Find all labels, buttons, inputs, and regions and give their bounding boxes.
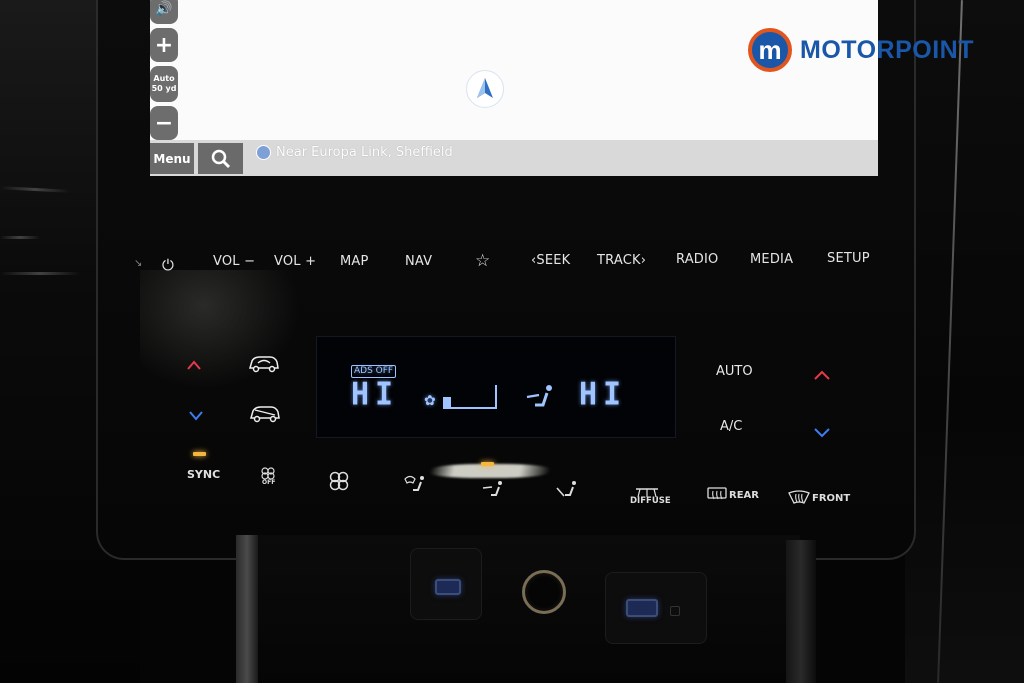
search-button[interactable]	[198, 143, 243, 174]
usb-port-housing	[410, 548, 482, 620]
front-defrost-icon	[788, 490, 810, 504]
star-icon: ☆	[475, 251, 491, 271]
air-vent-slat	[0, 272, 80, 275]
favorite-button[interactable]: ☆	[475, 251, 490, 271]
face-airflow-icon	[482, 481, 502, 496]
location-arrow-icon	[256, 145, 271, 160]
power-button[interactable]: ⏻	[162, 256, 174, 274]
rear-defrost-icon	[707, 487, 727, 500]
zoom-auto-button[interactable]: Auto 50 yd	[150, 66, 178, 102]
console-trim	[236, 535, 258, 683]
zoom-out-button[interactable]: −	[150, 106, 178, 140]
media-button[interactable]: MEDIA	[750, 252, 793, 267]
passenger-temp-up-button[interactable]	[813, 366, 831, 385]
passenger-temperature: HI	[579, 376, 628, 413]
car-recirculate-icon	[249, 356, 279, 373]
location-text: Near Europa Link, Sheffield	[276, 145, 453, 160]
chevron-up-icon	[187, 360, 201, 370]
diffuse-label: DIFFUSE	[630, 496, 671, 506]
nav-button[interactable]: NAV	[405, 254, 432, 269]
air-vent-slat	[0, 186, 71, 193]
search-icon	[211, 149, 230, 168]
current-location: Near Europa Link, Sheffield	[256, 145, 453, 160]
logo-mark: m	[748, 28, 792, 72]
driver-temperature: HI	[351, 376, 400, 413]
console-trim	[786, 540, 816, 683]
face-mode-button[interactable]	[482, 480, 504, 504]
airflow-face-icon	[525, 383, 555, 415]
fan-speed-button[interactable]	[328, 470, 350, 496]
logo-text: MOTORPOINT	[800, 35, 974, 64]
recirculation-button[interactable]	[248, 354, 280, 378]
front-defrost-label: FRONT	[812, 492, 851, 504]
track-button[interactable]: TRACK›	[597, 253, 646, 268]
passenger-temp-down-button[interactable]	[813, 423, 831, 442]
rear-defrost-label: REAR	[729, 489, 759, 501]
vol-up-button[interactable]: VOL +	[274, 254, 316, 269]
car-fresh-air-icon	[250, 406, 280, 423]
fan-off-button[interactable]: OFF	[260, 466, 276, 486]
reflection-glare	[428, 464, 552, 478]
light-sensor-icon: ↘	[134, 258, 143, 269]
defrost-feet-mode-button[interactable]	[404, 474, 426, 498]
lower-console	[240, 535, 800, 683]
fan-off-label: OFF	[262, 479, 276, 486]
fresh-air-button[interactable]	[249, 404, 281, 428]
climate-display: ADS OFF HI ✿ HI	[316, 336, 676, 438]
power-socket[interactable]	[522, 570, 566, 614]
motorpoint-logo: m MOTORPOINT	[748, 28, 974, 72]
map-button[interactable]: MAP	[340, 254, 369, 269]
volume-icon[interactable]: 🔊	[150, 0, 178, 24]
zoom-in-button[interactable]: +	[150, 28, 178, 62]
chevron-down-icon	[189, 411, 203, 421]
vol-down-button[interactable]: VOL −	[213, 254, 255, 269]
right-dashboard-area	[905, 0, 1024, 683]
power-icon: ⏻	[162, 256, 175, 274]
menu-button[interactable]: Menu	[150, 143, 194, 174]
chevron-down-icon	[814, 428, 830, 438]
usb-port[interactable]	[435, 579, 461, 595]
ac-button[interactable]: A/C	[720, 419, 742, 434]
fan-icon: ✿	[424, 393, 436, 409]
air-vent-slat	[0, 236, 40, 239]
fan-speed-indicator	[443, 385, 497, 409]
chevron-up-icon	[814, 370, 830, 380]
auto-button[interactable]: AUTO	[716, 364, 753, 379]
usb-port[interactable]	[626, 599, 658, 617]
setup-button[interactable]: SETUP	[827, 251, 870, 266]
feet-mode-button[interactable]	[556, 480, 578, 504]
driver-temp-down-button[interactable]	[188, 406, 204, 425]
fan-speed-level	[443, 397, 451, 407]
sync-button[interactable]: SYNC	[187, 468, 220, 481]
zoom-auto-label: Auto	[153, 74, 175, 83]
compass-arrow-icon[interactable]	[466, 70, 504, 108]
driver-temp-up-button[interactable]	[186, 356, 202, 375]
sync-indicator-led	[193, 452, 206, 456]
seek-button[interactable]: ‹SEEK	[531, 253, 570, 268]
front-defrost-button[interactable]: FRONT	[788, 490, 850, 506]
trim-highlight	[937, 0, 963, 683]
aux-port[interactable]	[670, 606, 680, 616]
radio-button[interactable]: RADIO	[676, 252, 718, 267]
windshield-feet-airflow-icon	[404, 475, 424, 491]
usb-port-housing	[605, 572, 707, 644]
mode-indicator-led	[481, 462, 494, 466]
fan-icon	[329, 471, 349, 491]
rear-defrost-button[interactable]: REAR	[707, 487, 759, 503]
navigation-screen[interactable]: 🔊 + Auto 50 yd − Menu Near Europa Link, …	[150, 0, 878, 176]
zoom-scale-label: 50 yd	[151, 84, 177, 93]
diffuse-button[interactable]: DIFFUSE	[630, 484, 671, 506]
feet-airflow-icon	[556, 481, 576, 497]
